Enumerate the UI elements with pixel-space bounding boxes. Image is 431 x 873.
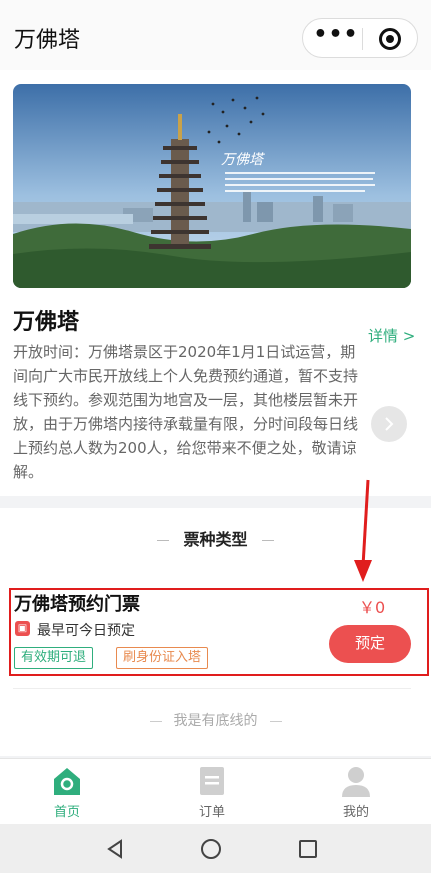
scenic-description: 开放时间：万佛塔景区于2020年1月1日试运营，期间向广大市民开放线上个人免费预… bbox=[13, 343, 359, 481]
home-icon bbox=[51, 765, 83, 797]
heading-dash-right bbox=[261, 540, 274, 541]
capsule-divider bbox=[362, 28, 363, 50]
ticket-item: 万佛塔预约门票 ￥0 ▣ 最早可今日预定 有效期可退 刷身份证入塔 预定 bbox=[9, 588, 429, 676]
home-circle-icon[interactable] bbox=[200, 838, 222, 860]
tab-home-label: 首页 bbox=[53, 805, 80, 820]
tab-orders-label: 订单 bbox=[198, 805, 225, 820]
divider bbox=[13, 688, 411, 689]
recents-square-icon[interactable] bbox=[297, 838, 319, 860]
book-button[interactable]: 预定 bbox=[329, 625, 411, 663]
tab-home[interactable]: 首页 bbox=[27, 765, 107, 820]
bottom-tab-bar: 首页 订单 我的 bbox=[0, 758, 431, 824]
scenic-banner-image[interactable]: 万佛塔 bbox=[13, 84, 411, 288]
mini-program-capsule: ••• bbox=[302, 18, 418, 58]
page-title: 万佛塔 bbox=[14, 28, 81, 53]
tab-mine-label: 我的 bbox=[342, 805, 369, 820]
heading-dash-left bbox=[157, 540, 170, 541]
tag-refundable: 有效期可退 bbox=[14, 647, 94, 669]
scenic-card: 万佛塔 万佛塔 详情 > 开放时间：万佛塔景区于2020年1月1日试运营，期间向… bbox=[0, 70, 431, 496]
svg-text:万佛塔: 万佛塔 bbox=[221, 152, 265, 168]
back-triangle-icon[interactable] bbox=[104, 838, 126, 860]
next-arrow-button[interactable] bbox=[371, 406, 407, 442]
scenic-name: 万佛塔 bbox=[13, 310, 80, 335]
chevron-right-icon bbox=[385, 417, 394, 431]
calendar-badge-icon: ▣ bbox=[15, 621, 30, 636]
earliest-booking-text: 最早可今日预定 bbox=[37, 623, 135, 639]
annotation-arrow bbox=[354, 479, 372, 582]
more-dots-icon[interactable]: ••• bbox=[313, 24, 359, 51]
end-of-list-note: 我是有底线的 bbox=[0, 710, 431, 730]
ticket-price: ￥0 bbox=[359, 598, 386, 617]
tab-orders[interactable]: 订单 bbox=[172, 765, 252, 820]
tickets-card: 票种类型 万佛塔预约门票 ￥0 ▣ 最早可今日预定 有效期可退 刷身份证入塔 预… bbox=[0, 479, 431, 756]
tag-id-card-entry: 刷身份证入塔 bbox=[116, 647, 209, 669]
pagoda-scene: 万佛塔 bbox=[13, 84, 411, 288]
details-link[interactable]: 详情 > bbox=[368, 325, 415, 346]
section-title: 票种类型 bbox=[183, 530, 248, 549]
footer-note-text: 我是有底线的 bbox=[173, 713, 258, 729]
system-navigation-bar bbox=[0, 824, 431, 873]
target-circle-icon[interactable] bbox=[379, 28, 401, 50]
order-icon bbox=[196, 765, 228, 797]
footer-dash-right bbox=[269, 720, 282, 722]
user-icon bbox=[340, 765, 372, 797]
tab-mine[interactable]: 我的 bbox=[316, 765, 396, 820]
top-bar: 万佛塔 ••• bbox=[0, 0, 431, 70]
ticket-name: 万佛塔预约门票 bbox=[14, 594, 140, 615]
footer-dash-left bbox=[149, 720, 162, 722]
